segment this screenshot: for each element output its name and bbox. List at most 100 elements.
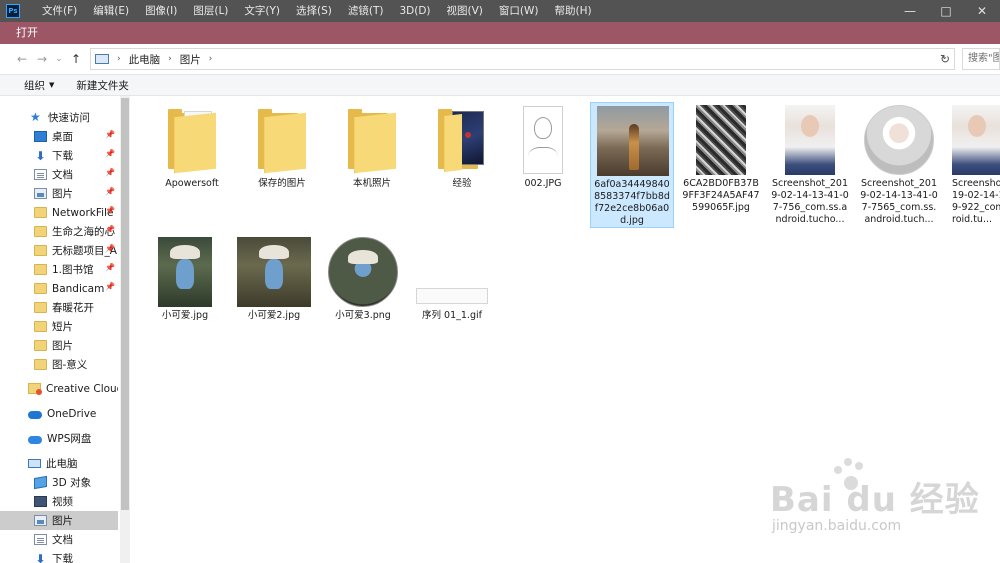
file-item-folder[interactable]: 本机照片 [330, 102, 414, 190]
sidebar-item-onedrive[interactable]: OneDrive [0, 404, 118, 423]
sidebar-scrollbar-thumb[interactable] [121, 98, 129, 510]
sidebar-item-desktop[interactable]: 桌面 📌 [0, 127, 118, 146]
forward-arrow-icon[interactable]: → [32, 49, 52, 69]
breadcrumb-separator: › [208, 54, 213, 64]
sidebar-item-3d-objects[interactable]: 3D 对象 [0, 473, 118, 492]
minimize-icon[interactable]: — [892, 0, 928, 22]
image-thumbnail [410, 234, 494, 310]
sidebar-item-folder[interactable]: 图片 [0, 336, 118, 355]
pin-icon[interactable]: 📌 [105, 168, 115, 177]
breadcrumb-this-pc[interactable]: 此电脑 [125, 52, 165, 67]
pictures-icon [34, 515, 47, 526]
menu-select[interactable]: 选择(S) [288, 0, 340, 22]
pin-icon[interactable]: 📌 [105, 187, 115, 196]
sidebar-item-label: 春暖花开 [52, 302, 94, 314]
menu-layer[interactable]: 图层(L) [185, 0, 236, 22]
sidebar-item-folder[interactable]: 短片 [0, 317, 118, 336]
menu-filter[interactable]: 滤镜(T) [340, 0, 392, 22]
address-bar[interactable]: › 此电脑 › 图片 › ⌄ [90, 48, 955, 70]
round-portrait-photo [864, 105, 934, 175]
up-arrow-icon[interactable]: ↑ [66, 49, 86, 69]
pin-icon[interactable]: 📌 [105, 206, 115, 215]
file-name: 6CA2BD0FB37B9FF3F24A5AF47599065F.jpg [682, 178, 760, 213]
menu-3d[interactable]: 3D(D) [391, 0, 438, 22]
sidebar-item-bandicam[interactable]: Bandicam 📌 [0, 279, 118, 298]
file-item-image[interactable]: 小可爱3.png [321, 234, 405, 322]
photoshop-menubar: Ps 文件(F) 编辑(E) 图像(I) 图层(L) 文字(Y) 选择(S) 滤… [0, 0, 1000, 22]
black-white-photo [696, 105, 746, 175]
menu-view[interactable]: 视图(V) [439, 0, 491, 22]
folder-icon [34, 359, 47, 370]
sidebar-item-label: 1.图书馆 [52, 264, 94, 276]
file-item-image[interactable]: Screenshot_2019-02-14-13-41-07-7565_com.… [857, 102, 941, 226]
sidebar-item-label: 短片 [52, 321, 73, 333]
folder-icon [34, 226, 47, 237]
folder-thumbnail [330, 102, 414, 178]
pin-icon[interactable]: 📌 [105, 130, 115, 139]
menu-image[interactable]: 图像(I) [137, 0, 185, 22]
dialog-title: 打开 [0, 22, 1000, 44]
file-item-image[interactable]: 小可爱2.jpg [232, 234, 316, 322]
file-item-image[interactable]: Screenshot_2019-02-14-13-19-922_com.andr… [944, 102, 1000, 226]
folder-icon [34, 264, 47, 275]
file-item-image[interactable]: 6CA2BD0FB37B9FF3F24A5AF47599065F.jpg [679, 102, 763, 214]
file-item-folder[interactable]: Apowersoft [150, 102, 234, 190]
sidebar-item-quick-access[interactable]: ★ 快速访问 [0, 108, 118, 127]
pin-icon[interactable]: 📌 [105, 149, 115, 158]
sidebar-item-folder[interactable]: 生命之海的心 📌 [0, 222, 118, 241]
file-name: 保存的图片 [258, 178, 306, 189]
sidebar-item-documents-pc[interactable]: 文档 [0, 530, 118, 549]
sidebar-item-folder[interactable]: 图-意义 [0, 355, 118, 374]
sidebar-item-networkfile[interactable]: NetworkFile 📌 [0, 203, 118, 222]
organize-button[interactable]: 组织 ▼ [24, 78, 54, 93]
new-folder-button[interactable]: 新建文件夹 [76, 78, 129, 93]
file-name: Screenshot_2019-02-14-13-41-07-7565_com.… [860, 178, 938, 225]
breadcrumb-separator: › [117, 54, 121, 64]
back-arrow-icon[interactable]: ← [12, 49, 32, 69]
menu-edit[interactable]: 编辑(E) [85, 0, 137, 22]
menu-help[interactable]: 帮助(H) [547, 0, 600, 22]
menu-file[interactable]: 文件(F) [34, 0, 85, 22]
sidebar-item-downloads-pc[interactable]: ⬇ 下载 [0, 549, 118, 563]
pin-icon[interactable]: 📌 [105, 282, 115, 291]
3d-objects-icon [34, 475, 47, 490]
sidebar-item-creative-cloud[interactable]: Creative Cloud F [0, 379, 118, 398]
pin-icon[interactable]: 📌 [105, 244, 115, 253]
file-item-image[interactable]: 002.JPG [501, 102, 585, 190]
sidebar-item-folder[interactable]: 春暖花开 [0, 298, 118, 317]
sidebar-item-folder[interactable]: 无标题项目_A 📌 [0, 241, 118, 260]
file-item-image[interactable]: 小可爱.jpg [143, 234, 227, 322]
sidebar-item-wps-cloud[interactable]: WPS网盘 [0, 429, 118, 448]
sidebar-item-this-pc[interactable]: 此电脑 [0, 454, 118, 473]
sidebar-item-pictures-quick[interactable]: 图片 📌 [0, 184, 118, 203]
file-item-image-selected[interactable]: 6af0a344498408583374f7bb8df72e2ce8b06a0d… [590, 102, 674, 228]
search-input[interactable]: 搜索"图 [962, 48, 1000, 70]
sidebar-item-label: 下载 [52, 553, 73, 563]
file-item-folder[interactable]: 保存的图片 [240, 102, 324, 190]
file-item-folder[interactable]: 经验 [420, 102, 504, 190]
sidebar-item-folder[interactable]: 1.图书馆 📌 [0, 260, 118, 279]
sidebar-item-label: 3D 对象 [52, 477, 92, 489]
menu-type[interactable]: 文字(Y) [236, 0, 288, 22]
refresh-icon[interactable]: ↻ [936, 50, 954, 68]
image-thumbnail [321, 234, 405, 310]
sidebar-item-pictures[interactable]: 图片 [0, 511, 118, 530]
photoshop-menu: 文件(F) 编辑(E) 图像(I) 图层(L) 文字(Y) 选择(S) 滤镜(T… [34, 0, 600, 22]
sidebar-item-label: 图-意义 [52, 359, 88, 371]
menu-window[interactable]: 窗口(W) [491, 0, 547, 22]
breadcrumb-pictures[interactable]: 图片 [176, 52, 205, 67]
file-item-image[interactable]: Screenshot_2019-02-14-13-41-07-756_com.s… [768, 102, 852, 226]
file-item-gif[interactable]: 序列 01_1.gif [410, 234, 494, 322]
file-name: 小可爱2.jpg [247, 310, 301, 321]
maximize-icon[interactable]: □ [928, 0, 964, 22]
recent-locations-chevron-icon[interactable]: ⌄ [52, 49, 66, 69]
sidebar-item-downloads[interactable]: ⬇ 下载 📌 [0, 146, 118, 165]
pin-icon[interactable]: 📌 [105, 225, 115, 234]
close-icon[interactable]: ✕ [964, 0, 1000, 22]
sidebar-item-documents[interactable]: 文档 📌 [0, 165, 118, 184]
sidebar-item-label: 图片 [52, 188, 73, 200]
folder-icon [34, 321, 47, 332]
sidebar-item-videos[interactable]: 视频 [0, 492, 118, 511]
pin-icon[interactable]: 📌 [105, 263, 115, 272]
sidebar-item-label: 文档 [52, 534, 73, 546]
